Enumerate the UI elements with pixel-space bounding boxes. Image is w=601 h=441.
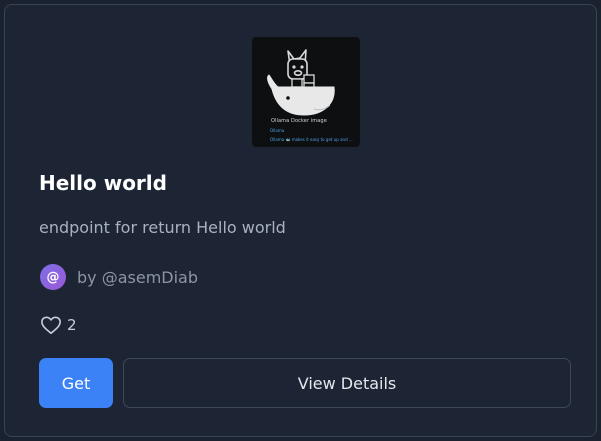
- endpoint-thumbnail: Ollama Docker image Ollama Ollama 🐳 make…: [252, 37, 360, 147]
- like-count: 2: [67, 316, 77, 334]
- view-details-button[interactable]: View Details: [123, 358, 571, 408]
- whale-llama-logo-icon: [267, 49, 335, 116]
- thumbnail-caption: Ollama Docker image: [271, 118, 327, 124]
- author-byline[interactable]: by @asemDiab: [77, 268, 198, 287]
- endpoint-description: endpoint for return Hello world: [39, 218, 286, 237]
- get-button[interactable]: Get: [39, 358, 113, 408]
- heart-outline-icon[interactable]: [40, 315, 62, 335]
- author-avatar[interactable]: @: [40, 264, 66, 290]
- author-row[interactable]: @ by @asemDiab: [40, 264, 198, 290]
- endpoint-card: Ollama Docker image Ollama Ollama 🐳 make…: [4, 4, 597, 437]
- likes-row[interactable]: 2: [40, 315, 77, 335]
- broken-image-alt: Ollama: [270, 128, 285, 133]
- endpoint-title: Hello world: [39, 171, 167, 195]
- thumbnail-link-text: Ollama 🐳 makes it easy to get up and ...: [270, 137, 353, 142]
